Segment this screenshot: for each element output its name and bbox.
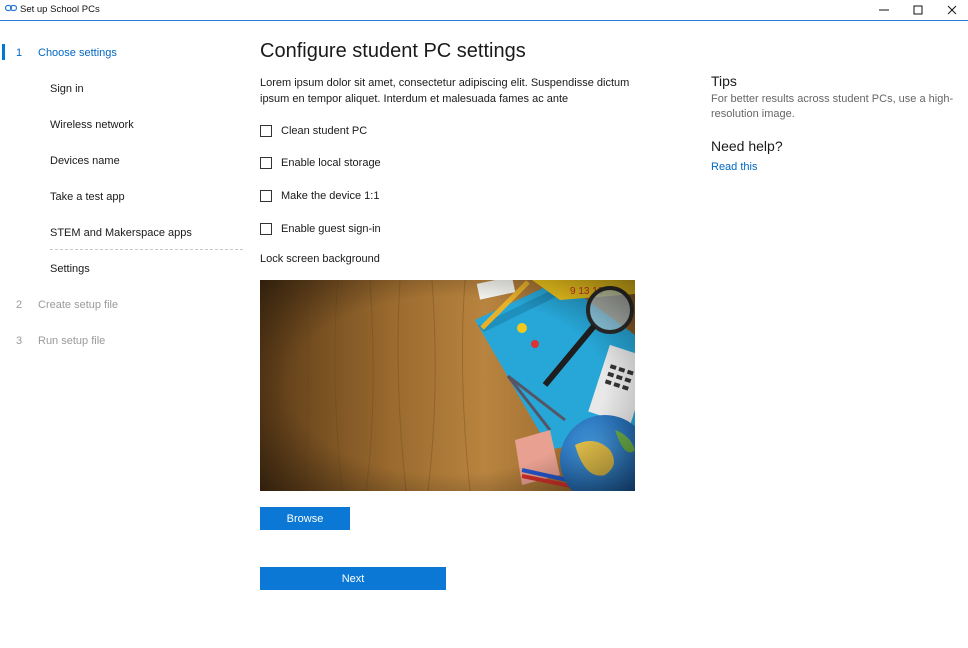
window-title: Set up School PCs: [20, 4, 100, 15]
checkbox-row-clean-pc[interactable]: Clean student PC: [260, 123, 367, 139]
app-icon: [5, 4, 17, 12]
page-description: Lorem ipsum dolor sit amet, consectetur …: [260, 77, 630, 105]
page-title: Configure student PC settings: [260, 40, 526, 62]
step-run-setup-file: Run setup file: [38, 335, 106, 347]
clean-pc-checkbox[interactable]: [260, 125, 272, 137]
browse-button[interactable]: Browse: [260, 507, 350, 530]
minimize-icon: [879, 9, 889, 11]
sidebar-item-stem-apps[interactable]: STEM and Makerspace apps: [50, 227, 192, 239]
step-1-number: 1: [16, 47, 23, 59]
step-create-setup-file: Create setup file: [38, 299, 119, 311]
sidebar-item-sign-in[interactable]: Sign in: [50, 83, 84, 95]
maximize-button[interactable]: [900, 0, 936, 20]
minimize-button[interactable]: [866, 0, 902, 20]
maximize-icon: [913, 5, 923, 15]
tips-heading: Tips: [711, 73, 737, 89]
focus-divider: [50, 249, 243, 250]
need-help-heading: Need help?: [711, 138, 783, 154]
tips-text: For better results across student PCs, u…: [711, 93, 954, 120]
step-2-number: 2: [16, 299, 23, 311]
active-step-indicator: [2, 44, 5, 60]
device-1to1-checkbox[interactable]: [260, 190, 272, 202]
step-choose-settings[interactable]: Choose settings: [38, 47, 117, 59]
lock-screen-label: Lock screen background: [260, 253, 380, 265]
step-3-number: 3: [16, 335, 23, 347]
guest-signin-label: Enable guest sign-in: [281, 223, 381, 235]
device-1to1-label: Make the device 1:1: [281, 190, 380, 202]
close-button[interactable]: [934, 0, 968, 20]
next-button[interactable]: Next: [260, 567, 446, 590]
checkbox-row-local-storage[interactable]: Enable local storage: [260, 155, 381, 171]
close-icon: [947, 5, 957, 15]
sidebar-item-take-a-test-app[interactable]: Take a test app: [50, 191, 125, 203]
sidebar-item-wireless-network[interactable]: Wireless network: [50, 119, 134, 131]
clean-pc-label: Clean student PC: [281, 125, 368, 137]
title-bar: Set up School PCs: [0, 0, 968, 21]
local-storage-label: Enable local storage: [281, 157, 381, 169]
sidebar-item-settings[interactable]: Settings: [50, 263, 90, 275]
sidebar-item-devices-name[interactable]: Devices name: [50, 155, 120, 167]
checkbox-row-guest-signin[interactable]: Enable guest sign-in: [260, 221, 381, 237]
checkbox-row-device-1to1[interactable]: Make the device 1:1: [260, 188, 379, 204]
lock-screen-preview-image: 9 13 10: [260, 280, 635, 491]
local-storage-checkbox[interactable]: [260, 157, 272, 169]
read-this-link[interactable]: Read this: [711, 161, 757, 173]
guest-signin-checkbox[interactable]: [260, 223, 272, 235]
